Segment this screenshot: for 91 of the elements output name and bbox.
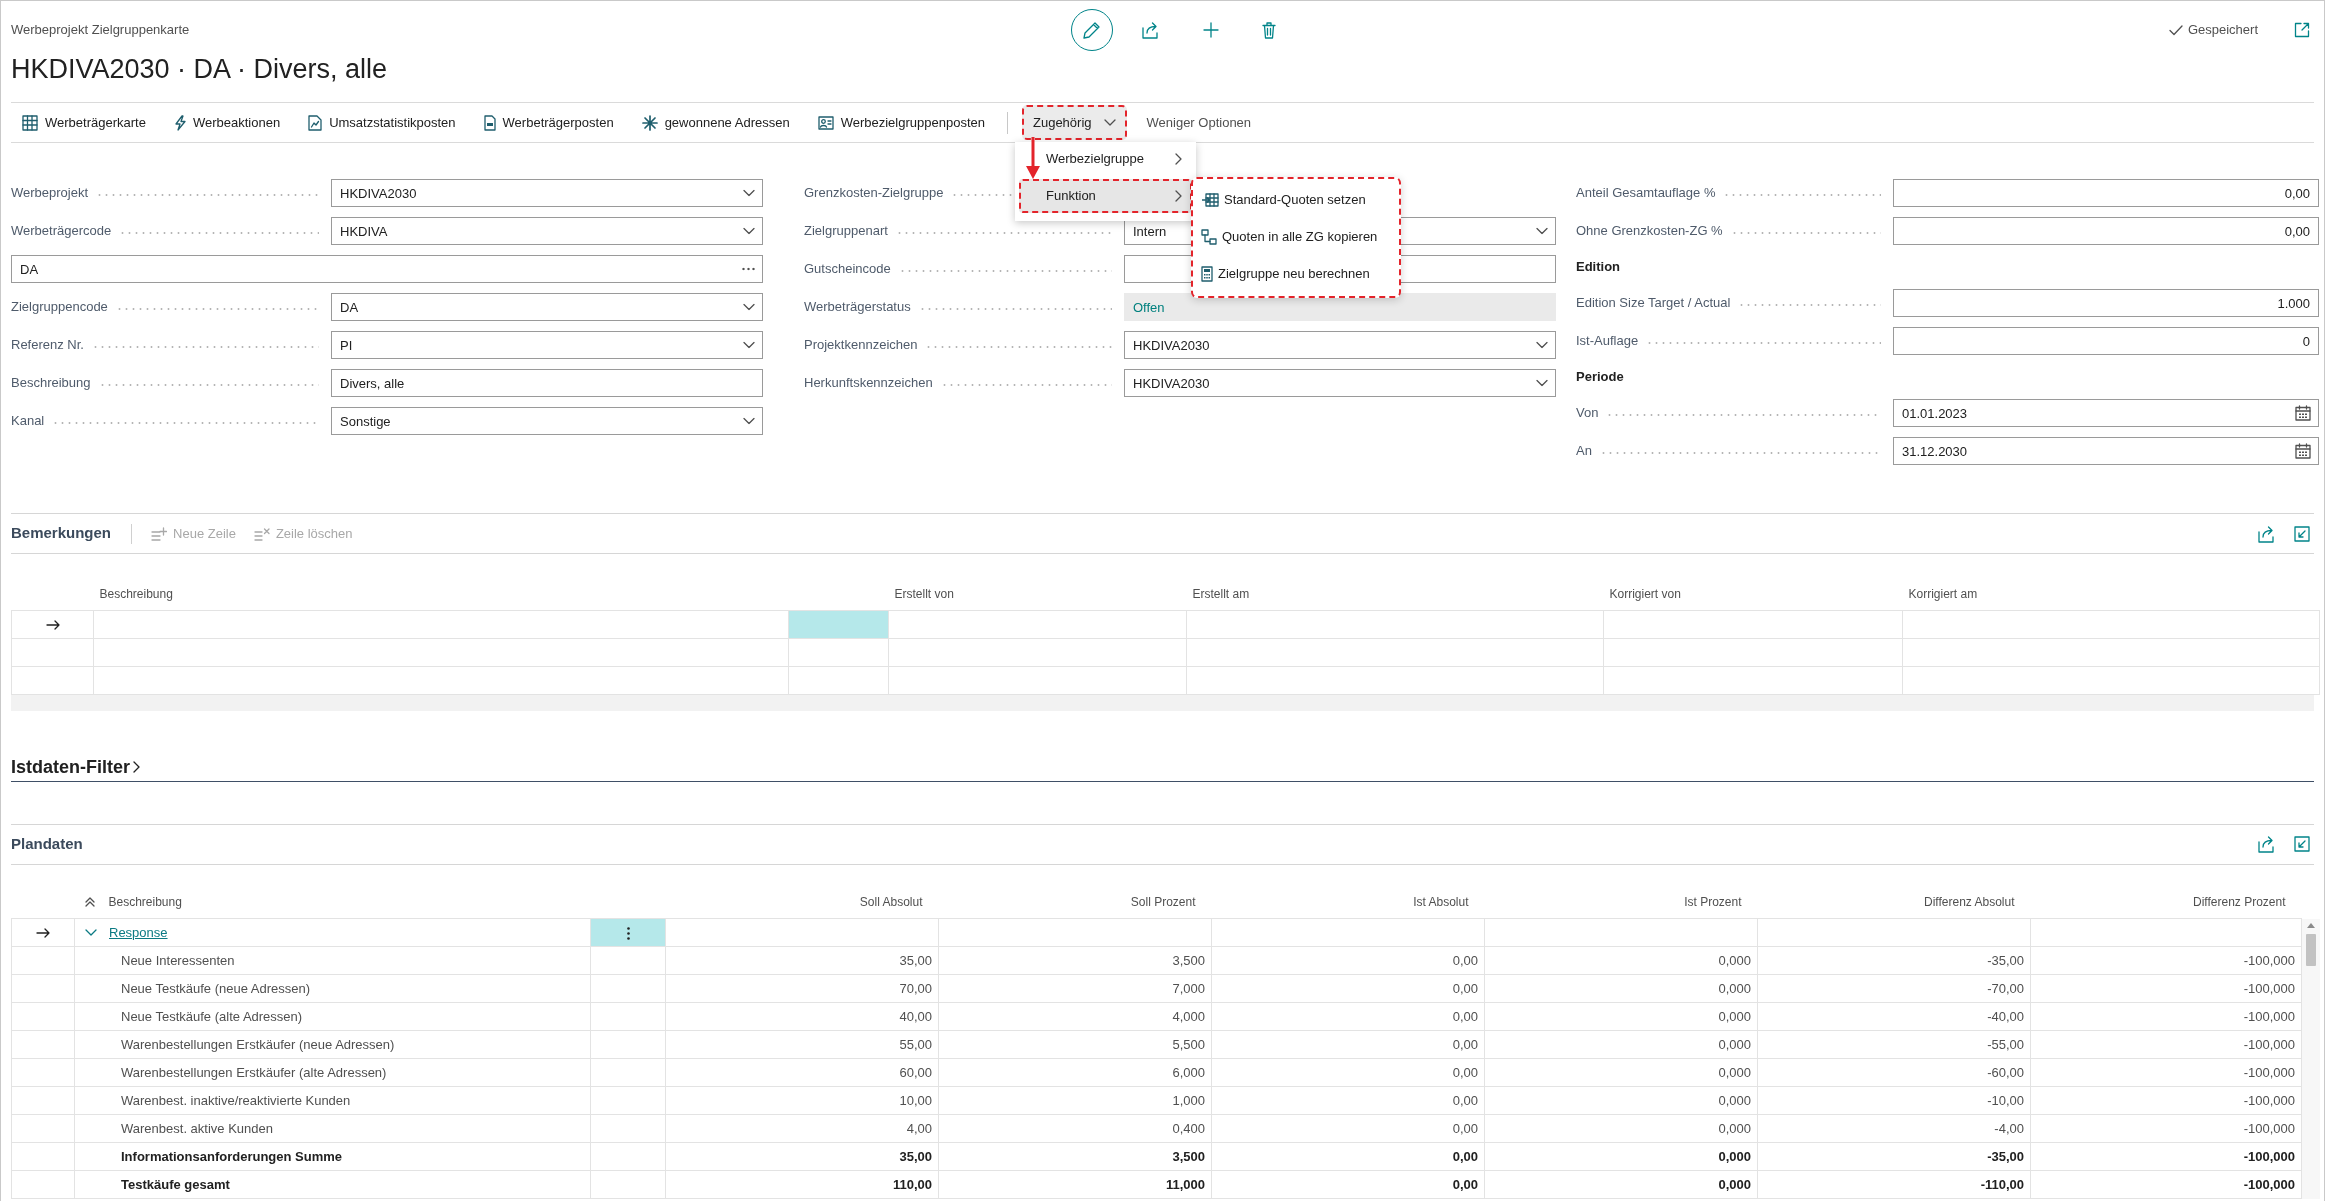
table-cell: -40,00 (1757, 1002, 2031, 1031)
table-cell: -10,00 (1757, 1086, 2031, 1115)
table-cell: 3,500 (938, 946, 1212, 975)
table-cell: Testkäufe gesamt (74, 1170, 591, 1199)
field-label: Referenz Nr. (11, 336, 84, 355)
table-cell: 0,00 (1211, 1114, 1485, 1143)
field-label: Ist-Auflage (1576, 332, 1639, 351)
table-cell: 0,00 (1211, 1002, 1485, 1031)
table-cell: 0,00 (1211, 1142, 1485, 1171)
table-cell: Warenbestellungen Erstkäufer (neue Adressen) (74, 1030, 591, 1059)
field-label: Grenzkosten-Zielgruppe (804, 184, 944, 203)
table-cell: Informationsanforderungen Summe (74, 1142, 591, 1171)
field-label: Edition Size Target / Actual (1576, 294, 1731, 313)
table-cell: 7,000 (938, 974, 1212, 1003)
field-label: Anteil Gesamtauflage % (1576, 184, 1716, 203)
column-header: Erstellt am (1186, 579, 1604, 610)
table-cell: -4,00 (1757, 1114, 2031, 1143)
table-cell: 35,00 (665, 946, 939, 975)
table-cell: Neue Testkäufe (neue Adressen) (74, 974, 591, 1003)
field-label: Kanal (11, 412, 45, 431)
column-header: Differenz Absolut (1757, 886, 2031, 919)
page-caption: Werbeprojekt Zielgruppenkarte (11, 22, 190, 38)
field-label: Werbeprojekt (11, 184, 89, 203)
field-label: Gutscheincode (804, 260, 891, 279)
group-heading: Periode (1576, 368, 1625, 387)
table-cell: 0,000 (1484, 946, 1758, 975)
table-cell: 0,00 (1211, 946, 1485, 975)
table-cell: 0,000 (1484, 1086, 1758, 1115)
table-cell: 70,00 (665, 974, 939, 1003)
column-header: Korrigiert am (1902, 579, 2320, 610)
column-header: Soll Prozent (938, 886, 1212, 919)
table-cell: 55,00 (665, 1030, 939, 1059)
table-cell: 1,000 (938, 1086, 1212, 1115)
page-title: HKDIVA2030 · DA · Divers, alle (11, 53, 389, 86)
column-header: Soll Absolut (665, 886, 939, 919)
table-cell: -60,00 (1757, 1058, 2031, 1087)
section-title: Plandaten (11, 833, 83, 854)
save-status: Gespeichert (2187, 21, 2258, 40)
field-label: Von (1576, 404, 1599, 423)
table-cell: Neue Interessenten (74, 946, 591, 975)
field-label: Zielgruppenart (804, 222, 888, 241)
table-cell: 0,00 (1211, 1058, 1485, 1087)
table-cell: -70,00 (1757, 974, 2031, 1003)
table-cell: -35,00 (1757, 946, 2031, 975)
column-header: Ist Prozent (1484, 886, 1758, 919)
table-cell: -110,00 (1757, 1170, 2031, 1199)
column-header: Erstellt von (888, 579, 1187, 610)
table-cell: 40,00 (665, 1002, 939, 1031)
field-label: Werbeträgerstatus (804, 298, 911, 317)
table-cell: 0,000 (1484, 1114, 1758, 1143)
table-cell: 0,000 (1484, 1030, 1758, 1059)
field-label: Herkunftskennzeichen (804, 374, 933, 393)
table-cell: 0,00 (1211, 1086, 1485, 1115)
table-cell: Warenbest. inaktive/reaktivierte Kunden (74, 1086, 591, 1115)
column-header: Beschreibung (93, 579, 789, 610)
column-header: Korrigiert von (1603, 579, 1903, 610)
column-header: Ist Absolut (1211, 886, 1485, 919)
table-cell: 10,00 (665, 1086, 939, 1115)
column-header: Differenz Prozent (2030, 886, 2302, 919)
column-header: Beschreibung (108, 894, 182, 912)
table-cell: 0,00 (1211, 1030, 1485, 1059)
field-label: Zielgruppencode (11, 298, 108, 317)
table-cell: -55,00 (1757, 1030, 2031, 1059)
table-cell: 0,000 (1484, 1142, 1758, 1171)
table-cell: 11,000 (938, 1170, 1212, 1199)
table-cell: 0,000 (1484, 974, 1758, 1003)
table-cell: Warenbest. aktive Kunden (74, 1114, 591, 1143)
table-cell: Warenbestellungen Erstkäufer (alte Adressen) (74, 1058, 591, 1087)
table-cell: -35,00 (1757, 1142, 2031, 1171)
field-label: Werbeträgercode (11, 222, 112, 241)
table-cell: Neue Testkäufe (alte Adressen) (74, 1002, 591, 1031)
field-label: Ohne Grenzkosten-ZG % (1576, 222, 1723, 241)
table-cell: 0,00 (1211, 974, 1485, 1003)
table-cell: 6,000 (938, 1058, 1212, 1087)
group-heading: Edition (1576, 258, 1622, 277)
field-label: Projektkennzeichen (804, 336, 918, 355)
table-cell: 4,000 (938, 1002, 1212, 1031)
section-title: Bemerkungen (11, 523, 112, 544)
table-cell: 0,000 (1484, 1170, 1758, 1199)
field-label: An (1576, 442, 1592, 461)
table-cell: 0,400 (938, 1114, 1212, 1143)
table-cell: 0,000 (1484, 1058, 1758, 1087)
table-cell: 35,00 (665, 1142, 939, 1171)
table-cell: 5,500 (938, 1030, 1212, 1059)
table-cell: 60,00 (665, 1058, 939, 1087)
table-cell: 110,00 (665, 1170, 939, 1199)
table-cell: 3,500 (938, 1142, 1212, 1171)
table-cell: 0,00 (1211, 1170, 1485, 1199)
table-cell: 0,000 (1484, 1002, 1758, 1031)
field-label: Beschreibung (11, 374, 91, 393)
table-cell: 4,00 (665, 1114, 939, 1143)
